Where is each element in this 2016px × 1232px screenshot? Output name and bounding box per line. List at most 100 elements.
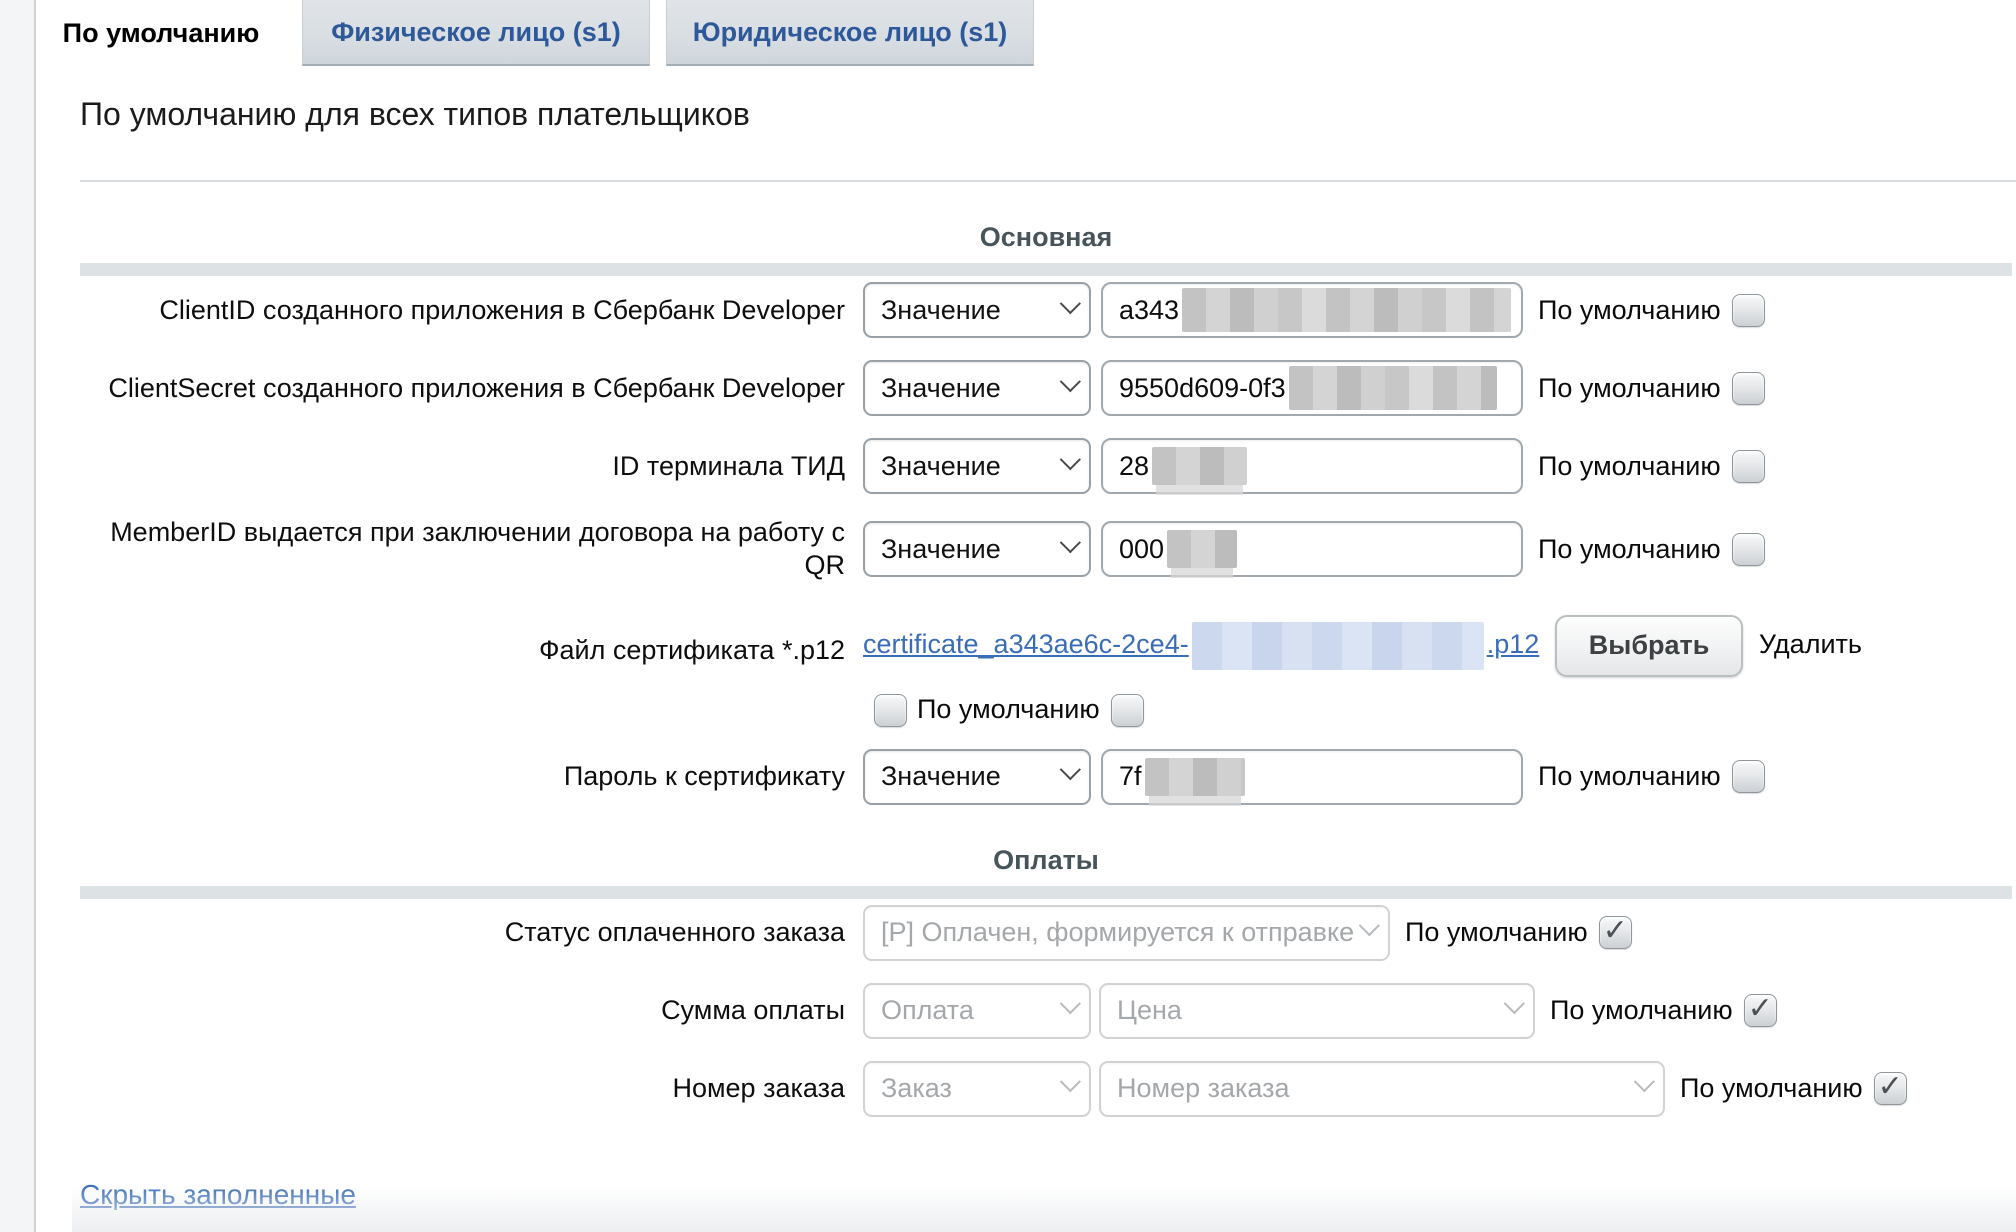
member-id-type-select[interactable]: Значение [863,521,1091,577]
tab-bar: По умолчанию Физическое лицо (s1) Юридич… [36,0,2016,66]
redacted-value [1182,288,1511,332]
redacted-value [1289,366,1497,410]
row-terminal-id: ID терминала ТИД Значение 28 По умолчани… [80,438,2012,494]
default-label: По умолчанию [1538,451,1721,482]
tab-individual[interactable]: Физическое лицо (s1) [302,0,650,66]
default-label: По умолчанию [1680,1073,1863,1104]
chevron-down-icon [1060,449,1081,470]
redacted-value [1167,530,1237,568]
chevron-down-icon [1060,293,1081,314]
section-heading-main: Основная [80,220,2012,254]
bottom-fade [72,1184,2016,1232]
client-secret-default-checkbox[interactable] [1732,372,1765,405]
cert-password-input[interactable]: 7f [1101,749,1523,805]
client-id-label: ClientID созданного приложения в Сбербан… [80,294,845,327]
chevron-down-icon [1060,1071,1081,1092]
default-label: По умолчанию [1405,917,1588,948]
cert-password-label: Пароль к сертификату [80,760,845,793]
paid-status-default-checkbox[interactable] [1599,916,1632,949]
cert-password-value: 7f [1119,761,1142,792]
settings-page: По умолчанию Физическое лицо (s1) Юридич… [0,0,2016,1232]
member-id-input[interactable]: 000 [1101,521,1523,577]
payment-sum-field-value: Цена [1117,995,1182,1026]
chevron-down-icon [1634,1071,1655,1092]
terminal-id-value: 28 [1119,451,1149,482]
redacted-value [1152,447,1247,485]
client-id-input[interactable]: a343 [1101,282,1523,338]
order-type-value: Заказ [881,1073,952,1104]
default-label: По умолчанию [1538,761,1721,792]
select-value-text: Значение [881,761,1001,792]
payment-sum-type-select[interactable]: Оплата [863,983,1091,1039]
row-payment-sum: Сумма оплаты Оплата Цена По умолчанию [80,983,2012,1039]
order-number-default-checkbox[interactable] [1874,1072,1907,1105]
chevron-down-icon [1359,915,1380,936]
header-divider [80,180,2016,182]
chevron-down-icon [1060,759,1081,780]
row-paid-status: Статус оплаченного заказа [P] Оплачен, ф… [80,905,2012,961]
terminal-id-type-select[interactable]: Значение [863,438,1091,494]
page-title: По умолчанию для всех типов плательщиков [80,94,2016,134]
client-secret-type-select[interactable]: Значение [863,360,1091,416]
member-id-default-checkbox[interactable] [1732,533,1765,566]
certificate-file-link[interactable]: certificate_a343ae6c-2ce4- .p12 [863,629,1539,659]
cert-password-type-select[interactable]: Значение [863,749,1091,805]
certificate-file-prefix: certificate_a343ae6c-2ce4- [863,629,1189,659]
redacted-value [1145,758,1245,796]
paid-status-select[interactable]: [P] Оплачен, формируется к отправке [863,905,1390,961]
default-label: По умолчанию [1538,373,1721,404]
order-number-label: Номер заказа [80,1072,845,1105]
paid-status-label: Статус оплаченного заказа [80,916,845,949]
delete-label: Удалить [1759,629,1862,659]
payment-sum-default-checkbox[interactable] [1744,994,1777,1027]
terminal-id-input[interactable]: 28 [1101,438,1523,494]
select-value-text: Значение [881,295,1001,326]
client-secret-input[interactable]: 9550d609-0f3 [1101,360,1523,416]
select-value-text: Значение [881,534,1001,565]
chevron-down-icon [1060,371,1081,392]
section-divider [80,263,2012,276]
tab-panel: По умолчанию Физическое лицо (s1) Юридич… [36,0,2016,1232]
default-label: По умолчанию [1550,995,1733,1026]
chevron-down-icon [1060,993,1081,1014]
certificate-file-suffix: .p12 [1487,629,1540,659]
tab-legal[interactable]: Юридическое лицо (s1) [666,0,1034,66]
certificate-label: Файл сертификата *.p12 [80,612,845,667]
row-client-id: ClientID созданного приложения в Сбербан… [80,282,2012,338]
left-gutter [0,0,36,1232]
terminal-id-label: ID терминала ТИД [80,450,845,483]
terminal-id-default-checkbox[interactable] [1732,450,1765,483]
chevron-down-icon [1504,993,1525,1014]
tab-default[interactable]: По умолчанию [36,0,286,66]
section-divider [80,886,2012,899]
default-label: По умолчанию [1538,534,1721,565]
cert-password-default-checkbox[interactable] [1732,760,1765,793]
row-order-number: Номер заказа Заказ Номер заказа По умолч… [80,1061,2012,1117]
client-secret-value: 9550d609-0f3 [1119,373,1286,404]
choose-file-button[interactable]: Выбрать [1555,615,1744,677]
payment-sum-label: Сумма оплаты [80,994,845,1027]
order-type-select[interactable]: Заказ [863,1061,1091,1117]
client-id-type-select[interactable]: Значение [863,282,1091,338]
row-member-id: MemberID выдается при заключении договор… [80,516,2012,582]
chevron-down-icon [1060,532,1081,553]
section-heading-payments: Оплаты [80,843,2012,877]
payment-sum-field-select[interactable]: Цена [1099,983,1535,1039]
select-value-text: Значение [881,373,1001,404]
row-client-secret: ClientSecret созданного приложения в Сбе… [80,360,2012,416]
default-label: По умолчанию [1538,295,1721,326]
section-main: Основная ClientID созданного приложения … [80,220,2012,805]
certificate-default-checkbox[interactable] [1111,694,1144,727]
paid-status-selected: [P] Оплачен, формируется к отправке [881,917,1354,948]
member-id-value: 000 [1119,534,1164,565]
section-payments: Оплаты Статус оплаченного заказа [P] Опл… [80,843,2012,1117]
certificate-delete-checkbox[interactable] [874,694,907,727]
default-label: По умолчанию [917,694,1100,724]
order-field-value: Номер заказа [1117,1073,1290,1104]
client-id-default-checkbox[interactable] [1732,294,1765,327]
client-id-value: a343 [1119,295,1179,326]
redacted-value [1192,622,1484,670]
payment-sum-type-value: Оплата [881,995,974,1026]
order-field-select[interactable]: Номер заказа [1099,1061,1665,1117]
client-secret-label: ClientSecret созданного приложения в Сбе… [80,372,845,405]
